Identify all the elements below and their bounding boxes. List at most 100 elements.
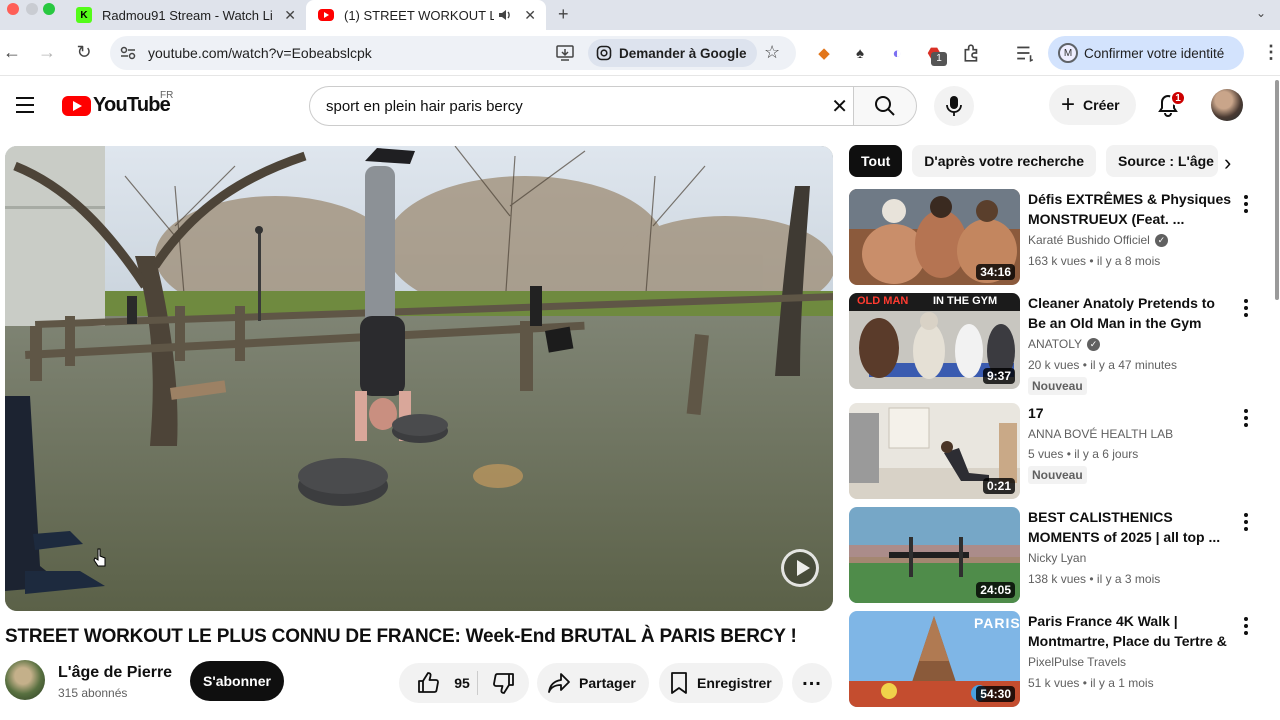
account-avatar[interactable] [1211, 89, 1243, 121]
video-thumbnail[interactable]: PARIS 54:30 [849, 611, 1020, 707]
video-duration: 34:16 [976, 264, 1015, 280]
bookmark-star-icon[interactable]: ☆ [764, 42, 780, 63]
video-thumbnail[interactable]: OLD MAN IN THE GYM 9:37 [849, 293, 1020, 389]
back-button[interactable]: ← [1, 42, 23, 63]
ask-google-button[interactable]: Demander à Google [588, 39, 757, 67]
recommended-video[interactable]: 0:21 17 ANNA BOVÉ HEALTH LAB 5 vues • il… [849, 403, 1269, 501]
clear-search-icon[interactable]: ✕ [831, 94, 848, 119]
subscribe-button[interactable]: S'abonner [190, 661, 284, 701]
channel-subscriber-count: 315 abonnés [58, 686, 128, 700]
thumbs-up-icon [418, 672, 440, 693]
confirm-identity-button[interactable]: M Confirmer votre identité [1048, 36, 1244, 70]
install-app-icon[interactable] [556, 45, 574, 61]
chip-related-to-search[interactable]: D'après votre recherche [912, 145, 1097, 177]
recommended-video[interactable]: 24:05 BEST CALISTHENICS MOMENTS of 2025 … [849, 507, 1269, 605]
video-duration: 0:21 [982, 478, 1015, 494]
youtube-masthead: YouTube FR sport en plein hair paris ber… [0, 77, 1280, 133]
address-bar[interactable]: youtube.com/watch?v=Eobeabslcpk Demander… [110, 36, 796, 70]
search-query-text: sport en plein hair paris bercy [326, 98, 523, 115]
ask-google-label: Demander à Google [619, 45, 747, 61]
channel-label: Nicky Lyan [1028, 551, 1087, 565]
browser-toolbar: ← → ↻ youtube.com/watch?v=Eobeabslcpk De… [0, 30, 1280, 76]
more-options-icon[interactable] [1244, 513, 1250, 534]
notifications-count-badge: 1 [1170, 90, 1186, 106]
url-text: youtube.com/watch?v=Eobeabslcpk [148, 45, 372, 61]
tab-search-chevron-icon[interactable]: ⌄ [1256, 6, 1266, 20]
chip-source-channel[interactable]: Source : L'âge de Pierre [1106, 145, 1219, 177]
video-title[interactable]: Défis EXTRÊMES & Physiques MONSTRUEUX (F… [1028, 189, 1236, 229]
channel-name[interactable]: Nicky Lyan [1028, 551, 1086, 565]
share-button[interactable]: Partager [537, 663, 649, 703]
browser-menu-icon[interactable]: ⋮ [1262, 42, 1280, 63]
video-duration: 9:37 [982, 368, 1015, 384]
more-options-icon[interactable] [1244, 299, 1250, 320]
channel-name[interactable]: ANNA BOVÉ HEALTH LAB [1028, 427, 1173, 441]
metamask-extension-icon[interactable]: ◆ [814, 43, 834, 63]
minimize-window-button[interactable] [26, 3, 38, 15]
video-thumbnail[interactable]: 24:05 [849, 507, 1020, 603]
recommended-video[interactable]: PARIS 54:30 Paris France 4K Walk | Montm… [849, 611, 1269, 709]
youtube-logo[interactable]: YouTube [62, 94, 171, 117]
more-options-icon[interactable] [1244, 195, 1250, 216]
plus-icon: + [1061, 91, 1076, 118]
recommended-video[interactable]: 34:16 Défis EXTRÊMES & Physiques MONSTRU… [849, 189, 1269, 287]
close-window-button[interactable] [7, 3, 19, 15]
like-button[interactable]: 95 [399, 663, 477, 703]
recommended-video[interactable]: OLD MAN IN THE GYM 9:37 Cleaner Anatoly … [849, 293, 1269, 395]
channel-name[interactable]: Karaté Bushido Officiel ✓ [1028, 233, 1168, 247]
video-thumbnail[interactable]: 34:16 [849, 189, 1020, 285]
video-title[interactable]: 17 [1028, 403, 1236, 423]
search-button[interactable] [853, 86, 917, 126]
reading-list-icon[interactable] [1015, 43, 1035, 63]
close-tab-icon[interactable]: ✕ [524, 7, 536, 24]
page-scrollbar[interactable] [1275, 80, 1279, 300]
close-tab-icon[interactable]: ✕ [284, 7, 296, 24]
play-button-overlay[interactable] [781, 549, 819, 587]
video-player[interactable] [5, 146, 833, 611]
extension-icon[interactable]: ◐ [887, 43, 907, 63]
browser-tab-active[interactable]: (1) STREET WORKOUT LE ✕ [306, 0, 546, 30]
create-label: Créer [1083, 97, 1120, 113]
video-title[interactable]: BEST CALISTHENICS MOMENTS of 2025 | all … [1028, 507, 1236, 547]
new-tab-button[interactable]: + [558, 4, 569, 25]
hamburger-menu-icon[interactable] [16, 97, 34, 118]
google-lens-icon [596, 45, 612, 61]
reload-button[interactable]: ↻ [73, 42, 95, 63]
create-button[interactable]: + Créer [1049, 85, 1136, 125]
bookmark-icon [671, 672, 687, 694]
more-horizontal-icon: ... [802, 668, 822, 690]
more-options-icon[interactable] [1244, 409, 1250, 430]
speaker-icon[interactable] [498, 9, 512, 21]
share-label: Partager [579, 675, 636, 691]
video-thumbnail[interactable]: 0:21 [849, 403, 1020, 499]
maximize-window-button[interactable] [43, 3, 55, 15]
more-actions-button[interactable]: ... [792, 663, 832, 703]
thumbnail-caption: IN THE GYM [933, 295, 998, 307]
save-button[interactable]: Enregistrer [659, 663, 783, 703]
more-options-icon[interactable] [1244, 617, 1250, 638]
channel-avatar[interactable] [5, 660, 45, 700]
dislike-button[interactable] [478, 663, 529, 703]
browser-tab[interactable]: K Radmou91 Stream - Watch Li ✕ [66, 0, 306, 30]
site-settings-icon[interactable] [120, 46, 136, 60]
search-input[interactable]: sport en plein hair paris bercy ✕ [309, 86, 854, 126]
channel-label: ANATOLY [1028, 337, 1083, 351]
like-count: 95 [454, 675, 470, 691]
extension-badge: 1 [931, 52, 947, 66]
video-duration: 54:30 [976, 686, 1015, 702]
channel-label: ANNA BOVÉ HEALTH LAB [1028, 427, 1174, 441]
save-label: Enregistrer [697, 675, 772, 691]
video-title[interactable]: Paris France 4K Walk | Montmartre, Place… [1028, 611, 1236, 651]
channel-name[interactable]: ANATOLY ✓ [1028, 337, 1101, 351]
video-title[interactable]: Cleaner Anatoly Pretends to Be an Old Ma… [1028, 293, 1236, 333]
extension-icon[interactable]: ♠ [850, 43, 870, 63]
forward-button[interactable]: → [36, 42, 58, 63]
chip-all[interactable]: Tout [849, 145, 903, 177]
channel-name[interactable]: PixelPulse Travels [1028, 655, 1126, 669]
extensions-puzzle-icon[interactable] [962, 43, 982, 63]
chevron-right-icon[interactable]: › [1224, 150, 1231, 176]
channel-name[interactable]: L'âge de Pierre [58, 664, 172, 682]
voice-search-button[interactable] [934, 86, 974, 126]
kick-logo-icon: K [76, 7, 92, 23]
video-stats: 5 vues • il y a 6 jours [1028, 447, 1139, 461]
